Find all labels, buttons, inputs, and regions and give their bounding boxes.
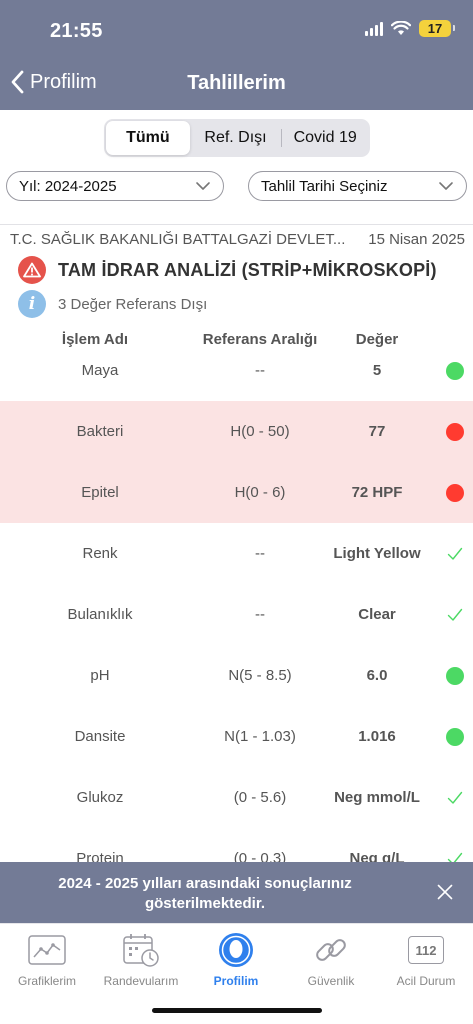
row-name: Maya — [81, 362, 119, 379]
row-name: Bakteri — [76, 423, 124, 440]
hospital-name: T.C. SAĞLIK BAKANLIĞI BATTALGAZİ DEVLET.… — [10, 231, 346, 248]
emergency-112-icon: 112 — [406, 930, 446, 970]
checkmark-icon — [447, 608, 463, 621]
test-name: TAM İDRAR ANALİZİ (STRİP+MİKROSKOPİ) — [58, 259, 437, 280]
row-name: Renk — [82, 545, 118, 562]
tab-grafiklerim[interactable]: Grafiklerim — [0, 930, 94, 988]
tab-randevularim[interactable]: Randevularım — [94, 930, 188, 988]
row-value: 72 HPF — [351, 484, 403, 501]
calendar-icon — [121, 930, 161, 970]
row-value: 6.0 — [366, 667, 388, 684]
row-range: N(1 - 1.03) — [224, 728, 296, 745]
info-banner: 2024 - 2025 yılları arasındaki sonuçları… — [0, 862, 473, 923]
row-value: Neg mmol/L — [334, 789, 420, 806]
checkmark-icon — [447, 791, 463, 804]
year-dropdown-value: Yıl: 2024-2025 — [19, 177, 117, 195]
date-dropdown[interactable]: Tahlil Tarihi Seçiniz — [248, 171, 467, 201]
row-value: Light Yellow — [333, 545, 421, 562]
chevron-down-icon — [439, 182, 453, 190]
segment-all[interactable]: Tümü — [106, 121, 190, 155]
status-time: 21:55 — [50, 20, 103, 42]
top-bar: 21:55 17 Profilim Tahlillerim — [0, 0, 473, 110]
wifi-icon — [391, 21, 411, 35]
table-row[interactable]: Maya -- 5 — [0, 340, 473, 401]
row-value: 77 — [368, 423, 386, 440]
status-normal-icon — [446, 361, 464, 380]
emergency-number: 112 — [408, 936, 444, 964]
status-high-icon — [446, 422, 464, 441]
row-value: 5 — [372, 362, 382, 379]
row-range: (0 - 5.6) — [233, 789, 287, 806]
segment-covid[interactable]: Covid 19 — [282, 121, 368, 155]
row-range: H(0 - 6) — [234, 484, 286, 501]
row-range: -- — [255, 362, 265, 379]
row-range: -- — [255, 606, 265, 623]
tab-acil-durum[interactable]: 112 Acil Durum — [379, 930, 473, 988]
row-range: H(0 - 50) — [230, 423, 290, 440]
date-dropdown-value: Tahlil Tarihi Seçiniz — [261, 177, 388, 195]
status-normal-icon — [446, 727, 464, 746]
home-indicator — [152, 1008, 322, 1013]
status-high-icon — [446, 483, 464, 502]
warning-icon — [18, 256, 46, 284]
row-name: Dansite — [74, 728, 126, 745]
row-name: Epitel — [81, 484, 119, 501]
report-date: 15 Nisan 2025 — [368, 231, 465, 248]
tab-label: Randevularım — [103, 974, 179, 988]
battery-icon: 17 — [419, 20, 455, 37]
tab-profilim[interactable]: Profilim — [189, 930, 283, 988]
table-row[interactable]: Dansite N(1 - 1.03) 1.016 — [0, 706, 473, 767]
table-row[interactable]: Glukoz (0 - 5.6) Neg mmol/L — [0, 767, 473, 828]
row-value: Clear — [358, 606, 396, 623]
chart-icon — [27, 930, 67, 970]
status-normal-icon — [446, 666, 464, 685]
signal-icon — [365, 21, 383, 36]
row-name: pH — [90, 667, 110, 684]
status-icons: 17 — [365, 20, 455, 37]
profile-icon — [216, 930, 256, 970]
tab-label: Güvenlik — [307, 974, 355, 988]
out-of-range-count: 3 Değer Referans Dışı — [58, 295, 208, 313]
table-row[interactable]: Bakteri H(0 - 50) 77 — [0, 401, 473, 462]
table-row[interactable]: Bulanıklık -- Clear — [0, 584, 473, 645]
segmented-control: Tümü Ref. Dışı Covid 19 — [104, 119, 370, 157]
segment-out-of-range[interactable]: Ref. Dışı — [190, 121, 282, 155]
page-title: Tahlillerim — [187, 72, 286, 94]
tab-label: Grafiklerim — [17, 974, 76, 988]
link-icon — [311, 930, 351, 970]
test-title-row: TAM İDRAR ANALİZİ (STRİP+MİKROSKOPİ) — [18, 256, 437, 284]
year-dropdown[interactable]: Yıl: 2024-2025 — [6, 171, 224, 201]
chevron-down-icon — [196, 182, 210, 190]
close-icon[interactable] — [437, 884, 453, 900]
info-icon: i — [18, 290, 46, 318]
row-name: Glukoz — [76, 789, 124, 806]
tab-label: Profilim — [213, 974, 259, 988]
info-row: i 3 Değer Referans Dışı — [18, 290, 207, 318]
row-name: Bulanıklık — [67, 606, 133, 623]
divider — [0, 224, 473, 225]
banner-text: 2024 - 2025 yılları arasındaki sonuçları… — [58, 875, 352, 912]
row-range: N(5 - 8.5) — [228, 667, 292, 684]
table-row[interactable]: Renk -- Light Yellow — [0, 523, 473, 584]
tab-label: Acil Durum — [396, 974, 456, 988]
table-row[interactable]: Epitel H(0 - 6) 72 HPF — [0, 462, 473, 523]
report-header: T.C. SAĞLIK BAKANLIĞI BATTALGAZİ DEVLET.… — [10, 231, 465, 248]
checkmark-icon — [447, 547, 463, 560]
row-range: -- — [255, 545, 265, 562]
tab-guvenlik[interactable]: Güvenlik — [284, 930, 378, 988]
row-value: 1.016 — [358, 728, 396, 745]
table-row[interactable]: pH N(5 - 8.5) 6.0 — [0, 645, 473, 706]
